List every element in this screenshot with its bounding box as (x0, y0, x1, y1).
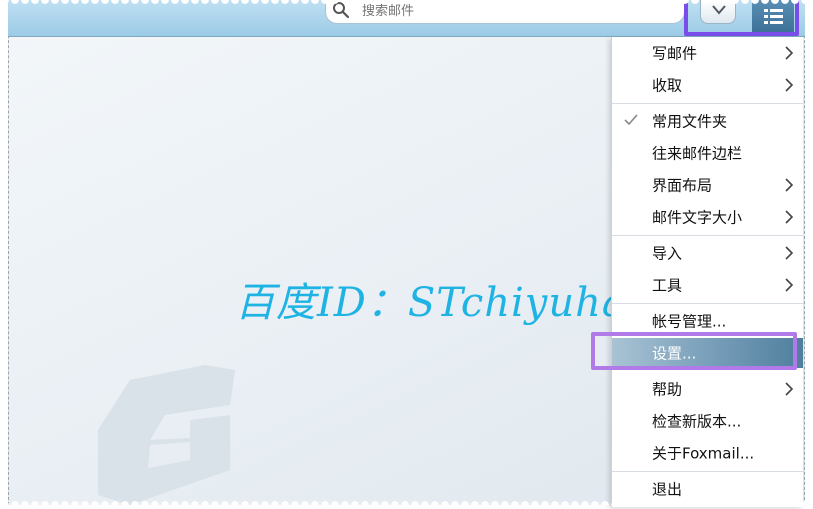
menu-item-tools[interactable]: 工具 (612, 270, 803, 300)
chevron-right-icon (785, 46, 794, 60)
menu-item-label: 界面布局 (652, 176, 713, 195)
menu-item-help[interactable]: 帮助 (612, 374, 803, 404)
menu-item-label: 邮件文字大小 (652, 208, 743, 227)
menu-item-contact-sidebar[interactable]: 往来邮件边栏 (612, 138, 803, 168)
perforated-edge-bottom (0, 496, 813, 505)
menu-separator (612, 303, 803, 304)
menu-separator (612, 235, 803, 236)
menu-item-label: 检查新版本... (652, 412, 742, 431)
chevron-right-icon (785, 178, 794, 192)
highlight-box-settings (591, 332, 797, 370)
menu-item-label: 帮助 (652, 380, 683, 399)
menu-item-about[interactable]: 关于Foxmail... (612, 438, 803, 468)
chevron-right-icon (785, 382, 794, 396)
chevron-right-icon (785, 210, 794, 224)
menu-item-import[interactable]: 导入 (612, 238, 803, 268)
menu-item-label: 工具 (652, 276, 683, 295)
menu-item-layout[interactable]: 界面布局 (612, 170, 803, 200)
menu-item-label: 导入 (652, 244, 683, 263)
menu-item-check-update[interactable]: 检查新版本... (612, 406, 803, 436)
foxmail-logo (90, 360, 240, 509)
menu-item-label: 关于Foxmail... (652, 444, 755, 463)
menu-separator (612, 103, 803, 104)
menu-item-label: 常用文件夹 (652, 112, 728, 131)
menu-item-label: 往来邮件边栏 (652, 144, 743, 163)
menu-item-compose[interactable]: 写邮件 (612, 38, 803, 68)
menu-item-label: 写邮件 (652, 44, 698, 63)
menu-item-label: 收取 (652, 76, 683, 95)
menu-item-font-size[interactable]: 邮件文字大小 (612, 202, 803, 232)
watermark-text: 百度ID：STchiyuhai (235, 280, 641, 326)
perforated-edge-top (0, 0, 813, 9)
menu-item-label: 帐号管理... (652, 312, 727, 331)
chevron-right-icon (785, 78, 794, 92)
perforated-edge-left (0, 0, 9, 505)
main-menu: 写邮件 收取 常用文件夹 往来邮件边栏 界面布局 邮件文字大小 导入 工具 帐号… (611, 37, 803, 507)
menu-separator (612, 471, 803, 472)
chevron-right-icon (785, 278, 794, 292)
perforated-edge-right (804, 0, 813, 505)
chevron-right-icon (785, 246, 794, 260)
menu-item-favorite-folders[interactable]: 常用文件夹 (612, 106, 803, 136)
menu-item-receive[interactable]: 收取 (612, 70, 803, 100)
check-icon (624, 113, 638, 127)
